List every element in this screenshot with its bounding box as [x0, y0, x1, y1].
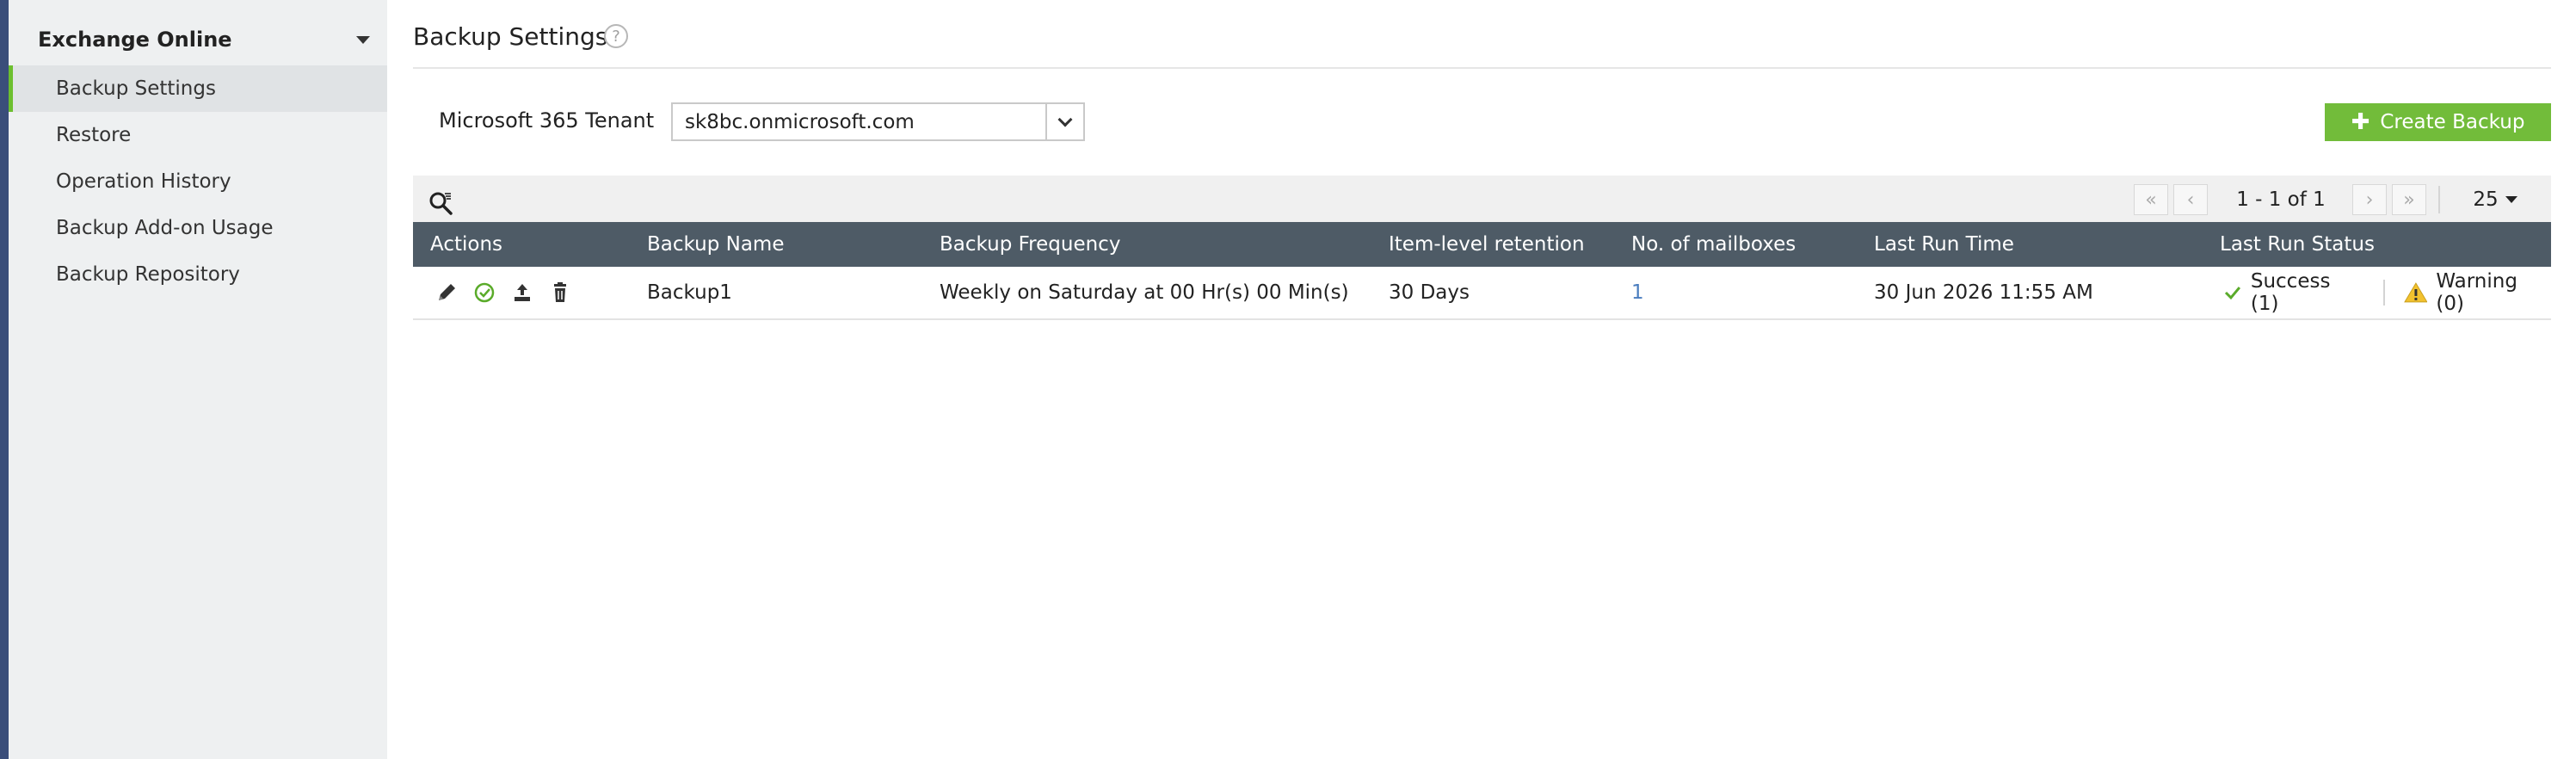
table-row: Backup1 Weekly on Saturday at 00 Hr(s) 0…: [413, 267, 2551, 320]
cell-backup-frequency: Weekly on Saturday at 00 Hr(s) 00 Min(s): [940, 281, 1349, 304]
sidebar: Exchange Online Backup Settings Restore …: [9, 0, 387, 759]
prev-page-icon[interactable]: ‹: [2173, 184, 2208, 215]
sidebar-item-label: Operation History: [56, 170, 231, 193]
warning-triangle-icon: [2403, 282, 2428, 303]
main-content: Backup Settings ? Microsoft 365 Tenant s…: [413, 0, 2551, 759]
column-header-mailboxes[interactable]: No. of mailboxes: [1631, 222, 1796, 267]
status-success-label: Success (1): [2250, 270, 2331, 315]
left-edge-strip: [0, 0, 9, 759]
sidebar-item-backup-repository[interactable]: Backup Repository: [9, 251, 387, 298]
status-warning[interactable]: Warning (0): [2403, 270, 2551, 315]
caret-down-icon: [2505, 196, 2517, 203]
page-title: Backup Settings: [413, 22, 608, 51]
cell-retention: 30 Days: [1389, 281, 1470, 304]
tenant-select[interactable]: sk8bc.onmicrosoft.com: [671, 102, 1085, 141]
upload-icon[interactable]: [509, 280, 535, 305]
table-toolbar: « ‹ 1 - 1 of 1 › » 25: [413, 176, 2551, 222]
sidebar-item-backup-settings[interactable]: Backup Settings: [9, 65, 387, 112]
pager-divider: [2438, 186, 2440, 213]
column-header-backup-name[interactable]: Backup Name: [647, 222, 784, 267]
sidebar-item-label: Backup Repository: [56, 263, 240, 286]
tenant-select-value: sk8bc.onmicrosoft.com: [685, 110, 915, 133]
edit-pencil-icon[interactable]: [434, 280, 459, 305]
chevron-down-icon[interactable]: [1045, 104, 1083, 139]
row-actions: [434, 267, 573, 318]
title-divider: [413, 67, 2551, 69]
status-success[interactable]: Success (1): [2223, 270, 2364, 315]
column-header-actions: Actions: [430, 233, 503, 256]
column-header-last-run-status[interactable]: Last Run Status: [2220, 222, 2375, 267]
sidebar-item-restore[interactable]: Restore: [9, 112, 387, 158]
last-page-icon[interactable]: »: [2392, 184, 2426, 215]
sidebar-item-backup-addon-usage[interactable]: Backup Add-on Usage: [9, 205, 387, 251]
create-backup-label: Create Backup: [2380, 111, 2525, 133]
status-divider: [2382, 280, 2385, 305]
help-circle-icon[interactable]: ?: [604, 24, 628, 48]
sidebar-item-label: Restore: [56, 124, 132, 146]
column-header-retention[interactable]: Item-level retention: [1389, 222, 1585, 267]
column-header-backup-frequency[interactable]: Backup Frequency: [940, 222, 1120, 267]
plus-icon: ✚: [2351, 109, 2370, 135]
cell-backup-name: Backup1: [647, 281, 732, 304]
create-backup-button[interactable]: ✚ Create Backup: [2325, 103, 2551, 141]
sidebar-item-operation-history[interactable]: Operation History: [9, 158, 387, 205]
cell-last-run-status: Success (1) Warning (0): [2223, 267, 2551, 318]
search-filter-icon[interactable]: [428, 191, 453, 215]
tenant-label: Microsoft 365 Tenant: [439, 108, 655, 133]
delete-trash-icon[interactable]: [547, 280, 573, 305]
app-root: Exchange Online Backup Settings Restore …: [0, 0, 2576, 759]
per-page-select[interactable]: 25: [2452, 184, 2538, 215]
sidebar-item-label: Backup Settings: [56, 77, 216, 100]
sidebar-section-title: Exchange Online: [38, 28, 232, 52]
check-circle-icon[interactable]: [471, 280, 497, 305]
table-header: Actions Backup Name Backup Frequency Ite…: [413, 222, 2551, 267]
caret-down-icon[interactable]: [356, 35, 370, 44]
per-page-value: 25: [2473, 188, 2499, 211]
pager-range: 1 - 1 of 1: [2236, 188, 2326, 211]
column-header-last-run-time[interactable]: Last Run Time: [1874, 222, 2014, 267]
cell-mailboxes-link[interactable]: 1: [1631, 267, 1644, 318]
sidebar-item-label: Backup Add-on Usage: [56, 217, 274, 239]
next-page-icon[interactable]: ›: [2352, 184, 2387, 215]
sidebar-section-header[interactable]: Exchange Online: [38, 21, 375, 59]
cell-last-run-time: 30 Jun 2026 11:55 AM: [1874, 281, 2093, 304]
check-icon: [2224, 287, 2241, 300]
status-warning-label: Warning (0): [2436, 270, 2517, 315]
first-page-icon[interactable]: «: [2134, 184, 2168, 215]
